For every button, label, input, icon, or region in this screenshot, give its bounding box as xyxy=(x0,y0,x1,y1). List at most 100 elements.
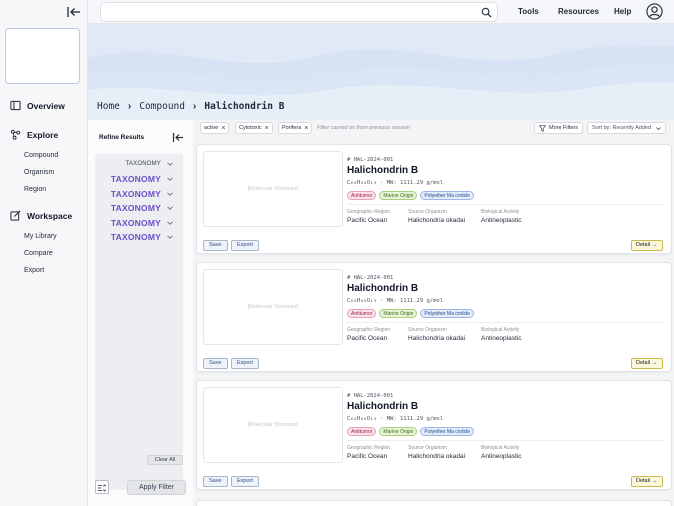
save-button[interactable]: Save xyxy=(203,476,228,487)
workspace-edit-icon xyxy=(10,210,21,221)
close-icon[interactable]: × xyxy=(265,125,269,132)
export-button[interactable]: Export xyxy=(231,358,259,369)
funnel-icon xyxy=(539,124,546,132)
search-input[interactable] xyxy=(100,2,498,22)
meta-label: Geographic Region xyxy=(347,327,391,333)
meta-activity: Biological Activity Antineoplastic xyxy=(481,327,521,342)
breadcrumb-compound[interactable]: Compound xyxy=(139,101,185,112)
sidebar-item-compound[interactable]: Compound xyxy=(24,152,58,159)
molecular-structure-placeholder: [Molecular Structure] xyxy=(203,387,343,463)
sidebar-section-label: Workspace xyxy=(27,210,73,221)
divider xyxy=(347,204,665,205)
close-icon[interactable]: × xyxy=(221,125,225,132)
filter-chip-cytotoxic[interactable]: Cytotoxic × xyxy=(235,122,273,134)
meta-value: Halichondria okadai xyxy=(408,335,466,342)
tag-badge: Polyether Ma crolide xyxy=(420,309,474,318)
compound-name[interactable]: Halichondrin B xyxy=(347,283,418,294)
detail-button[interactable]: Detail → xyxy=(631,358,663,369)
sort-select[interactable]: Sort by: Recently Added xyxy=(587,122,666,134)
meta-organism: Source Organism Halichondria okadai xyxy=(408,327,465,342)
nav-resources[interactable]: Resources xyxy=(558,7,599,16)
save-button[interactable]: Save xyxy=(203,240,228,251)
breadcrumb: Home › Compound › Halichondrin B xyxy=(97,101,284,112)
chip-label: active xyxy=(204,125,219,131)
compound-formula: C₆₀H₈₆O₁₉ · MW: 1111.29 g/mol xyxy=(347,298,444,304)
filter-chip-porifera[interactable]: Porifera × xyxy=(278,122,313,134)
detail-button[interactable]: Detail → xyxy=(631,240,663,251)
sidebar-item-region[interactable]: Region xyxy=(24,186,46,193)
result-card: [Molecular Structure] # HAL-2024-001 Hal… xyxy=(196,380,672,490)
nav-tools[interactable]: Tools xyxy=(518,7,539,16)
user-account-icon[interactable] xyxy=(646,3,663,20)
tag-badge: Marine Origin xyxy=(379,309,418,318)
meta-value: Antineoplastic xyxy=(481,335,522,342)
close-icon[interactable]: × xyxy=(304,125,308,132)
collapse-sidebar-icon[interactable] xyxy=(66,5,82,19)
meta-value: Antineoplastic xyxy=(481,453,522,460)
sidebar-item-overview[interactable]: Overview xyxy=(10,100,65,111)
export-button[interactable]: Export xyxy=(231,240,259,251)
filter-session-note: Filter carried on from previous session xyxy=(317,125,411,131)
chevron-down-icon xyxy=(656,126,661,130)
meta-organism: Source Organism Halichondria okadai xyxy=(408,445,465,460)
tag-list: Antitumor Marine Origin Polyether Ma cro… xyxy=(347,309,474,318)
facet-taxonomy[interactable]: TAXONOMY xyxy=(126,161,174,167)
detail-button[interactable]: Detail → xyxy=(631,476,663,487)
facet-list: TAXONOMY TAXONOMY TAXONOMY TAXONOMY TAXO… xyxy=(95,154,183,490)
sidebar-section-workspace[interactable]: Workspace xyxy=(10,210,72,221)
breadcrumb-home[interactable]: Home xyxy=(97,101,120,112)
chevron-down-icon xyxy=(167,192,173,196)
sidebar-item-compare[interactable]: Compare xyxy=(24,250,53,257)
meta-label: Biological Activity xyxy=(481,327,520,333)
meta-label: Geographic Region xyxy=(347,445,391,451)
more-filters-button[interactable]: More Filters xyxy=(534,122,584,134)
molecular-structure-placeholder: [Molecular Structure] xyxy=(203,269,343,345)
chevron-down-icon xyxy=(167,177,173,181)
compound-id: # HAL-2024-001 xyxy=(347,393,394,399)
sidebar-item-export[interactable]: Export xyxy=(24,267,44,274)
sidebar-section-label: Explore xyxy=(27,129,59,140)
facet-taxonomy[interactable]: TAXONOMY xyxy=(111,232,173,242)
meta-region: Geographic Region Pacific Ocean xyxy=(347,327,390,342)
meta-value: Halichondria okadai xyxy=(408,453,466,460)
arrow-right-icon: → xyxy=(652,360,658,366)
meta-label: Source Organism xyxy=(408,209,447,215)
facet-taxonomy[interactable]: TAXONOMY xyxy=(111,189,173,199)
facet-label: TAXONOMY xyxy=(110,232,161,242)
chevron-down-icon xyxy=(167,206,173,210)
export-button[interactable]: Export xyxy=(231,476,259,487)
facet-label: TAXONOMY xyxy=(110,174,161,184)
compound-name[interactable]: Halichondrin B xyxy=(347,165,418,176)
sidebar-item-my-library[interactable]: My Library xyxy=(24,233,57,240)
nav-help[interactable]: Help xyxy=(614,7,631,16)
facet-taxonomy[interactable]: TAXONOMY xyxy=(111,218,173,228)
meta-region: Geographic Region Pacific Ocean xyxy=(347,209,390,224)
facet-label: TAXONOMY xyxy=(110,218,161,228)
sidebar-section-explore[interactable]: Explore xyxy=(10,129,58,140)
save-button[interactable]: Save xyxy=(203,358,228,369)
meta-label: Biological Activity xyxy=(481,209,520,215)
clear-all-button[interactable]: Clear All xyxy=(147,455,183,465)
tag-badge: Antitumor xyxy=(347,191,377,200)
compound-formula: C₆₀H₈₆O₁₉ · MW: 1111.29 g/mol xyxy=(347,416,444,422)
facet-taxonomy[interactable]: TAXONOMY xyxy=(111,203,173,213)
detail-label: Detail xyxy=(636,360,651,366)
meta-value: Pacific Ocean xyxy=(347,217,388,224)
meta-value: Halichondria okadai xyxy=(408,217,466,224)
filter-chip-active[interactable]: active × xyxy=(200,122,230,134)
filter-toggle-button[interactable] xyxy=(95,480,109,494)
collapse-panel-icon[interactable] xyxy=(172,132,184,143)
chip-label: Cytotoxic xyxy=(239,125,262,131)
tag-badge: Antitumor xyxy=(347,309,377,318)
chevron-down-icon xyxy=(167,221,173,225)
compound-name[interactable]: Halichondrin B xyxy=(347,401,418,412)
meta-label: Source Organism xyxy=(408,445,447,451)
tag-badge: Marine Origin xyxy=(379,427,418,436)
sidebar-item-label: Overview xyxy=(27,100,65,111)
sort-label: Sort by: Recently Added xyxy=(592,125,652,131)
search-icon[interactable] xyxy=(481,7,492,18)
facet-taxonomy[interactable]: TAXONOMY xyxy=(111,174,173,184)
sidebar-item-organism[interactable]: Organism xyxy=(24,169,54,176)
divider xyxy=(347,322,665,323)
apply-filter-button[interactable]: Apply Filter xyxy=(127,480,186,495)
